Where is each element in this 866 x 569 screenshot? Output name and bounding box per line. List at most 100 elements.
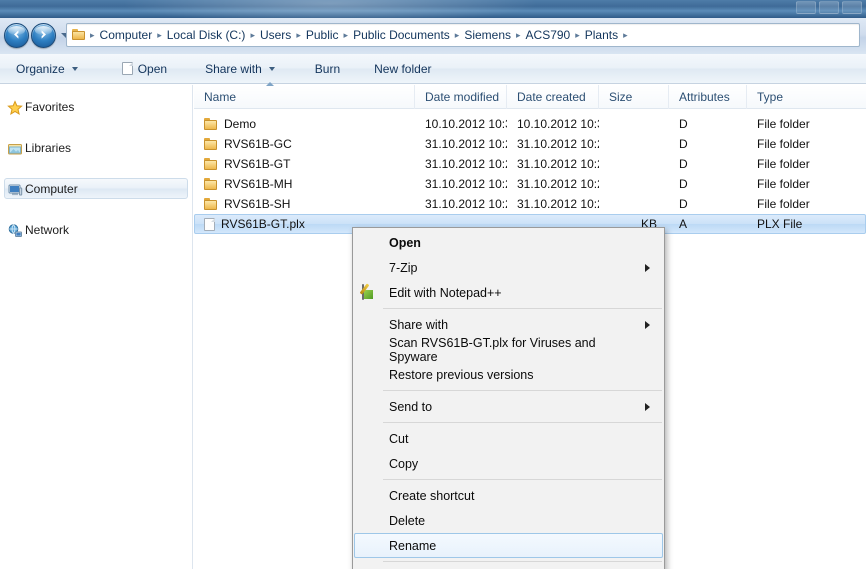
navigation-buttons [4, 23, 71, 48]
close-button[interactable] [842, 1, 862, 14]
column-headers: Name Date modified Date created Size Att… [194, 81, 866, 109]
cell-name: RVS61B-GC [195, 137, 415, 151]
menu-item-label: 7-Zip [389, 260, 418, 275]
table-row[interactable]: RVS61B-GC 31.10.2012 10:24 31.10.2012 10… [194, 134, 866, 154]
forward-arrow-icon [37, 28, 50, 44]
menu-item-label: Scan RVS61B-GT.plx for Viruses and Spywa… [389, 335, 596, 364]
table-row[interactable]: Demo 10.10.2012 10:33 10.10.2012 10:33 D… [194, 114, 866, 134]
cell-name: Demo [195, 117, 415, 131]
menu-item-label: Share with [389, 317, 449, 332]
minimize-button[interactable] [796, 1, 816, 14]
address-bar[interactable]: ▸ Computer ▸ Local Disk (C:) ▸ Users ▸ P… [66, 23, 860, 47]
back-button[interactable] [4, 23, 29, 48]
breadcrumb-separator[interactable]: ▸ [622, 30, 629, 41]
cell-name: RVS61B-GT [195, 157, 415, 171]
column-header-date-modified[interactable]: Date modified [414, 84, 506, 109]
submenu-arrow-icon [645, 402, 650, 411]
submenu-arrow-icon [645, 320, 650, 329]
submenu-arrow-icon [645, 263, 650, 272]
folder-icon [71, 28, 87, 42]
context-menu-item-properties[interactable]: Properties [354, 565, 663, 569]
table-row[interactable]: RVS61B-GT 31.10.2012 10:24 31.10.2012 10… [194, 154, 866, 174]
context-menu-item-7-zip[interactable]: 7-Zip [354, 255, 663, 280]
column-header-size[interactable]: Size [598, 84, 668, 109]
cell-date-created: 31.10.2012 10:24 [517, 177, 599, 191]
cell-date-created: 31.10.2012 10:24 [517, 157, 599, 171]
notepadpp-icon [359, 283, 379, 302]
cell-type: PLX File [757, 217, 803, 231]
cell-type: File folder [757, 157, 810, 171]
cell-attributes: D [679, 117, 688, 131]
cell-type: File folder [757, 137, 810, 151]
column-label: Size [609, 89, 633, 104]
context-menu-item-restore-previous-versions[interactable]: Restore previous versions [354, 362, 663, 387]
breadcrumb-item-computer[interactable]: Computer [96, 26, 157, 44]
sort-ascending-icon [266, 81, 274, 86]
context-menu-item-scan-for-viruses[interactable]: Scan RVS61B-GT.plx for Viruses and Spywa… [354, 335, 663, 364]
file-name-label: RVS61B-GT [224, 157, 291, 171]
cell-type: File folder [757, 117, 810, 131]
breadcrumb-item-public[interactable]: Public [302, 26, 343, 44]
explorer-window: ▸ Computer ▸ Local Disk (C:) ▸ Users ▸ P… [0, 0, 866, 569]
folder-icon [204, 118, 218, 130]
file-name-label: RVS61B-GC [224, 137, 292, 151]
menu-item-label: Copy [389, 456, 419, 471]
sidebar-item-favorites[interactable]: Favorites [4, 96, 188, 117]
breadcrumb-item-local-disk[interactable]: Local Disk (C:) [163, 26, 250, 44]
context-menu-item-open[interactable]: Open [354, 230, 663, 255]
column-header-attributes[interactable]: Attributes [668, 84, 746, 109]
cell-attributes: A [679, 217, 688, 231]
context-menu-item-edit-with-notepadpp[interactable]: Edit with Notepad++ [354, 280, 663, 305]
share-with-button[interactable]: Share with [195, 58, 285, 80]
context-menu-item-rename[interactable]: Rename [354, 533, 663, 558]
title-bar [0, 0, 866, 18]
menu-separator [383, 479, 662, 480]
context-menu-item-delete[interactable]: Delete [354, 508, 663, 533]
organize-button[interactable]: Organize [6, 58, 88, 80]
folder-icon [204, 178, 218, 190]
column-header-date-created[interactable]: Date created [506, 84, 598, 109]
file-icon [204, 217, 215, 231]
sidebar-item-computer[interactable]: Computer [4, 178, 188, 199]
breadcrumb-item-acs790[interactable]: ACS790 [522, 26, 575, 44]
back-arrow-icon [10, 28, 23, 44]
cell-attributes: D [679, 197, 688, 211]
column-label: Attributes [679, 89, 730, 104]
column-label: Date created [517, 89, 586, 104]
sidebar-item-label: Computer [25, 181, 78, 196]
cell-name: RVS61B-SH [195, 197, 415, 211]
context-menu-item-send-to[interactable]: Send to [354, 394, 663, 419]
sidebar-item-network[interactable]: Network [4, 219, 188, 240]
cell-date-created: 31.10.2012 10:24 [517, 137, 599, 151]
cell-name: RVS61B-MH [195, 177, 415, 191]
breadcrumb-item-users[interactable]: Users [256, 26, 295, 44]
cell-date-modified: 31.10.2012 10:24 [425, 197, 507, 211]
cell-date-created: 31.10.2012 10:24 [517, 197, 599, 211]
column-header-name[interactable]: Name [194, 81, 414, 109]
new-folder-button[interactable]: New folder [364, 58, 441, 80]
menu-separator [383, 422, 662, 423]
menu-item-label: Cut [389, 431, 409, 446]
breadcrumb-item-siemens[interactable]: Siemens [460, 26, 515, 44]
menu-item-label: Edit with Notepad++ [389, 285, 502, 300]
context-menu-item-copy[interactable]: Copy [354, 451, 663, 476]
cell-attributes: D [679, 157, 688, 171]
table-row[interactable]: RVS61B-SH 31.10.2012 10:24 31.10.2012 10… [194, 194, 866, 214]
cell-date-modified: 31.10.2012 10:24 [425, 137, 507, 151]
file-name-label: RVS61B-MH [224, 177, 293, 191]
column-header-type[interactable]: Type [746, 84, 846, 109]
breadcrumb-item-public-documents[interactable]: Public Documents [349, 26, 454, 44]
maximize-button[interactable] [819, 1, 839, 14]
sidebar-item-libraries[interactable]: Libraries [4, 137, 188, 158]
context-menu-item-share-with[interactable]: Share with [354, 312, 663, 337]
context-menu-item-cut[interactable]: Cut [354, 426, 663, 451]
open-button[interactable]: Open [112, 58, 177, 80]
file-icon [121, 62, 133, 75]
menu-item-label: Open [389, 235, 421, 250]
forward-button[interactable] [31, 23, 56, 48]
breadcrumb-item-plants[interactable]: Plants [581, 26, 622, 44]
menu-item-label: Create shortcut [389, 488, 475, 503]
table-row[interactable]: RVS61B-MH 31.10.2012 10:24 31.10.2012 10… [194, 174, 866, 194]
burn-button[interactable]: Burn [305, 58, 350, 80]
context-menu-item-create-shortcut[interactable]: Create shortcut [354, 483, 663, 508]
